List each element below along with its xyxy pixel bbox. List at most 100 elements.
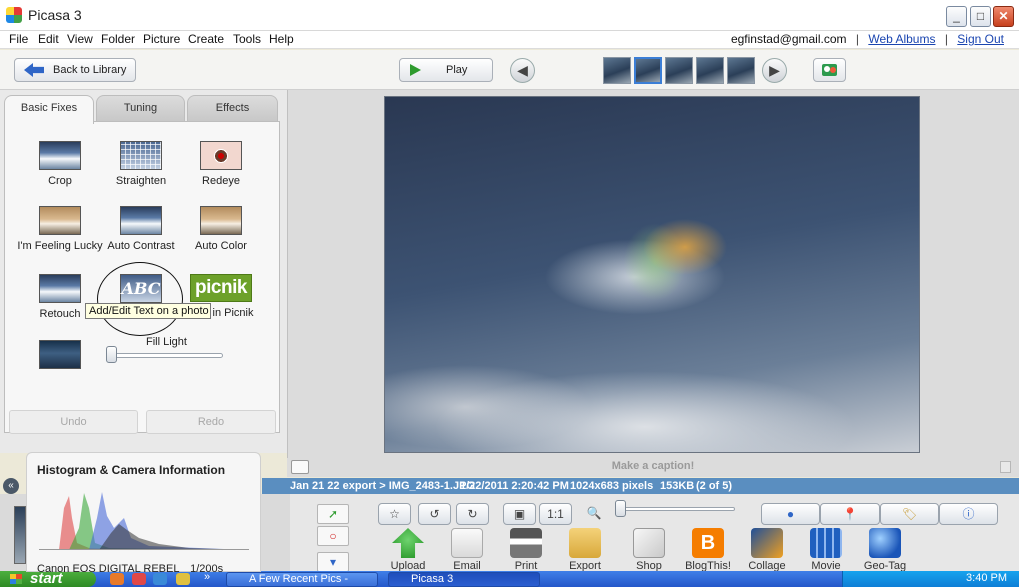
collage-button[interactable]: Collage xyxy=(739,528,795,572)
main-photo[interactable] xyxy=(384,96,920,453)
filmstrip-thumbnail[interactable] xyxy=(727,57,755,84)
redeye-button[interactable]: Redeye xyxy=(176,141,266,187)
crop-button[interactable]: Crop xyxy=(15,141,105,187)
tab-effects[interactable]: Effects xyxy=(187,95,278,122)
histogram-chart xyxy=(39,492,249,550)
fill-light-preview xyxy=(15,340,105,374)
blogthis-button[interactable]: B BlogThis! xyxy=(680,528,736,572)
fill-light-icon xyxy=(39,340,81,369)
camera-model: Canon EOS DIGITAL REBEL xyxy=(37,563,180,575)
crop-icon xyxy=(39,141,81,170)
fill-light-slider-track[interactable] xyxy=(110,353,223,358)
menu-help[interactable]: Help xyxy=(269,32,294,46)
tooltip: Add/Edit Text on a photo xyxy=(85,303,211,319)
auto-contrast-button[interactable]: Auto Contrast xyxy=(96,206,186,252)
status-path: Jan 21 22 export > IMG_2483-1.JPG xyxy=(290,480,475,492)
sign-out-link[interactable]: Sign Out xyxy=(957,32,1004,46)
print-button[interactable]: Print xyxy=(498,528,554,572)
rotate-right-button[interactable]: ↻ xyxy=(456,503,489,525)
title-bar: Picasa 3 _ □ ✕ xyxy=(0,0,1019,31)
back-to-library-button[interactable]: Back to Library xyxy=(14,58,136,82)
auto-color-button[interactable]: Auto Color xyxy=(176,206,266,252)
shop-icon xyxy=(633,528,665,558)
star-button[interactable]: ☆ xyxy=(378,503,411,525)
fit-frame-icon: ▣ xyxy=(513,507,526,521)
menu-file[interactable]: File xyxy=(9,32,28,46)
movie-button[interactable]: Movie xyxy=(798,528,854,572)
previous-photo-button[interactable]: ◀ xyxy=(510,58,535,83)
email-button[interactable]: Email xyxy=(439,528,495,572)
menu-create[interactable]: Create xyxy=(188,32,224,46)
filmstrip-thumbnail[interactable] xyxy=(665,57,693,84)
picasa-logo-icon xyxy=(6,7,22,23)
rotate-cw-icon: ↻ xyxy=(467,507,478,521)
taskbar-item-browser[interactable]: A Few Recent Pics - xyxy=(226,572,378,587)
status-dimensions: 1024x683 pixels xyxy=(570,480,654,492)
crop-label: Crop xyxy=(48,175,72,187)
maximize-button[interactable]: □ xyxy=(970,6,991,27)
people-button[interactable]: ● xyxy=(761,503,820,525)
menu-edit[interactable]: Edit xyxy=(38,32,59,46)
filmstrip-thumbnail[interactable] xyxy=(696,57,724,84)
clear-tray-button[interactable]: ○ xyxy=(317,526,349,546)
straighten-icon xyxy=(120,141,162,170)
system-tray: 3:40 PM xyxy=(842,571,1019,587)
arrow-right-icon: ▶ xyxy=(769,62,780,78)
zoom-slider-thumb[interactable] xyxy=(615,500,626,517)
tab-tuning[interactable]: Tuning xyxy=(96,95,185,122)
collapse-panel-button[interactable]: « xyxy=(3,478,19,494)
play-slideshow-button[interactable]: Play xyxy=(399,58,493,82)
info-icon: ⓘ xyxy=(962,507,975,521)
share-people-button[interactable] xyxy=(813,58,846,82)
zoom-button[interactable]: 🔍 xyxy=(581,503,607,525)
trash-icon[interactable] xyxy=(1000,461,1011,473)
add-to-album-button[interactable]: ▾ xyxy=(317,552,349,572)
properties-button[interactable]: ⓘ xyxy=(939,503,998,525)
menu-tools[interactable]: Tools xyxy=(233,32,261,46)
actual-size-button[interactable]: 1:1 xyxy=(539,503,572,525)
straighten-button[interactable]: Straighten xyxy=(96,141,186,187)
upload-button[interactable]: Upload xyxy=(380,528,436,572)
tab-basic-fixes[interactable]: Basic Fixes xyxy=(4,95,94,124)
menu-picture[interactable]: Picture xyxy=(143,32,180,46)
tray-thumbnail[interactable] xyxy=(14,506,26,564)
pin-icon: ➚ xyxy=(327,507,339,521)
close-button[interactable]: ✕ xyxy=(993,6,1014,27)
minimize-button[interactable]: _ xyxy=(946,6,967,27)
filmstrip-thumbnail-selected[interactable] xyxy=(634,57,662,84)
fit-button[interactable]: ▣ xyxy=(503,503,536,525)
menu-view[interactable]: View xyxy=(67,32,93,46)
places-button[interactable]: 📍 xyxy=(820,503,880,525)
album-icon: ▾ xyxy=(329,555,337,569)
next-photo-button[interactable]: ▶ xyxy=(762,58,787,83)
fill-light-slider-thumb[interactable] xyxy=(106,346,117,363)
export-button[interactable]: Export xyxy=(557,528,613,572)
feeling-lucky-label: I'm Feeling Lucky xyxy=(17,240,103,252)
web-albums-link[interactable]: Web Albums xyxy=(868,32,935,46)
picnik-logo-icon: picnik xyxy=(190,274,252,302)
hold-pin-button[interactable]: ➚ xyxy=(317,504,349,524)
undo-button[interactable]: Undo xyxy=(9,410,138,434)
straighten-label: Straighten xyxy=(115,175,167,187)
redo-button[interactable]: Redo xyxy=(146,410,276,434)
play-icon xyxy=(410,64,421,76)
status-position: (2 of 5) xyxy=(696,480,733,492)
feeling-lucky-button[interactable]: I'm Feeling Lucky xyxy=(15,206,105,252)
clock: 3:40 PM xyxy=(966,572,1007,584)
taskbar-item-picasa[interactable]: Picasa 3 xyxy=(388,572,540,587)
printer-icon xyxy=(510,528,542,558)
caption-input[interactable]: Make a caption! xyxy=(287,460,1019,472)
rotate-left-button[interactable]: ↺ xyxy=(418,503,451,525)
tags-button[interactable]: 🏷 xyxy=(880,503,939,525)
back-to-library-label: Back to Library xyxy=(53,64,127,76)
shop-button[interactable]: Shop xyxy=(621,528,677,572)
separator: | xyxy=(944,32,948,46)
play-label: Play xyxy=(446,64,468,76)
zoom-slider-track[interactable] xyxy=(617,507,735,511)
exposure: 1/200s xyxy=(190,563,224,575)
geo-tag-button[interactable]: Geo-Tag xyxy=(857,528,913,572)
histogram-panel: Histogram & Camera Information Canon EOS… xyxy=(26,452,261,575)
filmstrip-thumbnail[interactable] xyxy=(603,57,631,84)
feeling-lucky-icon xyxy=(39,206,81,235)
menu-folder[interactable]: Folder xyxy=(101,32,135,46)
